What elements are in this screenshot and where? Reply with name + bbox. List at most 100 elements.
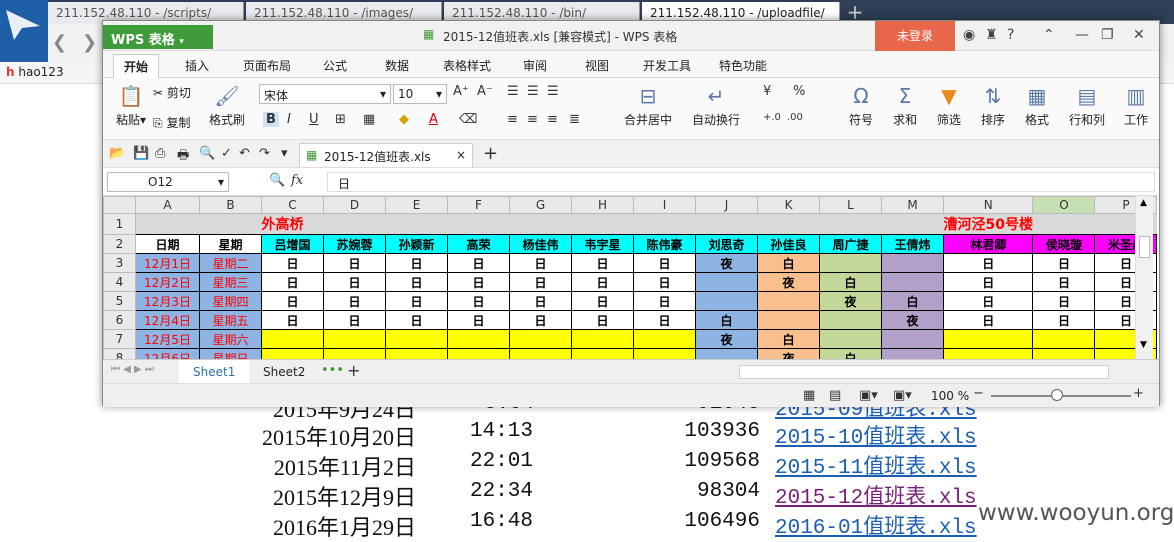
cell[interactable]: 日	[1032, 272, 1096, 292]
cell[interactable]: 日	[447, 310, 510, 330]
preview-icon[interactable]: 🔍	[199, 146, 215, 161]
normal-view-icon[interactable]: ▦	[803, 388, 815, 403]
cell[interactable]	[199, 213, 262, 235]
column-header[interactable]: I	[633, 196, 696, 214]
align-right-icon[interactable]: ≡	[547, 112, 558, 127]
cell[interactable]: 白	[757, 253, 820, 273]
cell[interactable]: 星期四	[199, 291, 262, 311]
scroll-down-icon[interactable]: ▼	[1140, 340, 1147, 350]
tab-features[interactable]: 特色功能	[719, 57, 767, 74]
cell[interactable]: 日	[633, 253, 696, 273]
cell[interactable]: 林君卿	[942, 234, 1034, 254]
cell[interactable]: 星期六	[199, 329, 262, 349]
app-menu-button[interactable]: WPS 表格 ▾	[103, 25, 213, 49]
format-button[interactable]: ▦ 格式	[1019, 84, 1055, 128]
column-header[interactable]: E	[385, 196, 448, 214]
cell[interactable]: 白	[819, 272, 882, 292]
cell[interactable]: 星期	[199, 234, 262, 254]
cell[interactable]: 侯晓璇	[1032, 234, 1096, 254]
function-icon[interactable]: fx	[291, 173, 303, 188]
cell[interactable]: 12月3日	[135, 291, 200, 311]
cut-button[interactable]: ✂ 剪切	[153, 84, 191, 101]
worksheet-button[interactable]: ▥ 工作	[1119, 84, 1153, 128]
sheet-nav-icon[interactable]: ⏮ ◀ ▶ ⏭	[111, 364, 154, 375]
cell[interactable]: 日	[385, 291, 448, 311]
cell[interactable]: 周广捷	[819, 234, 882, 254]
cell[interactable]	[819, 329, 882, 349]
cell[interactable]	[757, 291, 820, 311]
tab-review[interactable]: 审阅	[523, 57, 547, 74]
cell[interactable]: 白	[757, 329, 820, 349]
tab-page-layout[interactable]: 页面布局	[243, 57, 291, 74]
italic-icon[interactable]: I	[287, 112, 291, 127]
cell[interactable]: 苏婉蓉	[323, 234, 386, 254]
column-header[interactable]: A	[135, 196, 200, 214]
row-header[interactable]: 2	[103, 234, 136, 254]
shirt-icon[interactable]: ♜	[985, 27, 998, 43]
row-header[interactable]: 5	[103, 291, 136, 311]
cell[interactable]	[819, 253, 882, 273]
cell[interactable]	[571, 213, 634, 235]
cell[interactable]	[881, 253, 944, 273]
grow-font-icon[interactable]: A⁺	[453, 84, 469, 99]
cell[interactable]: 杨佳伟	[509, 234, 572, 254]
cell[interactable]: 漕河泾50号楼	[943, 213, 1033, 235]
cell[interactable]: 日	[633, 291, 696, 311]
cell[interactable]: 12月1日	[135, 253, 200, 273]
new-document-icon[interactable]: +	[483, 143, 498, 164]
cell[interactable]: 夜	[819, 291, 882, 311]
cell[interactable]: 星期五	[199, 310, 262, 330]
row-header[interactable]: 1	[103, 213, 136, 235]
cell[interactable]	[509, 213, 572, 235]
cell[interactable]: 日	[942, 272, 1034, 292]
cell[interactable]: 12月2日	[135, 272, 200, 292]
clear-format-icon[interactable]: ⌫	[459, 112, 477, 127]
spreadsheet-grid[interactable]: A B C D E F G H I J K L M N O P 1 外高桥 漕河泾50号楼 2 日期 星期 吕增国 苏婉蓉 孙颖…	[103, 196, 1159, 382]
formula-input[interactable]: 日	[327, 172, 1155, 192]
cell[interactable]: 日	[942, 310, 1034, 330]
cell[interactable]: 夜	[695, 253, 758, 273]
cell[interactable]: 星期三	[199, 272, 262, 292]
spellcheck-icon[interactable]: ✓	[221, 146, 232, 161]
page-break-icon[interactable]: ▣▾	[859, 388, 878, 403]
sheet-tab-1[interactable]: Sheet1	[179, 360, 250, 384]
align-middle-icon[interactable]: ☰	[527, 84, 539, 99]
page-view-icon[interactable]: ▤	[829, 388, 841, 403]
file-link[interactable]: 2015-10值班表.xls	[775, 420, 977, 450]
align-top-icon[interactable]: ☰	[507, 84, 519, 99]
tab-insert[interactable]: 插入	[185, 57, 209, 74]
bookmark-hao123[interactable]: h hao123	[6, 65, 64, 79]
minimize-icon[interactable]: —	[1075, 27, 1089, 43]
cell[interactable]	[819, 310, 882, 330]
cell[interactable]: 日	[323, 272, 386, 292]
column-header[interactable]: J	[695, 196, 758, 214]
select-all-corner[interactable]	[103, 196, 136, 214]
cell[interactable]	[571, 329, 634, 349]
cell[interactable]	[757, 213, 820, 235]
cell[interactable]	[819, 213, 882, 235]
underline-icon[interactable]: U	[309, 112, 319, 127]
cell[interactable]: 12月4日	[135, 310, 200, 330]
cell[interactable]: 日	[447, 291, 510, 311]
reading-mode-icon[interactable]: ▣▾	[893, 388, 912, 403]
cell[interactable]: 日	[261, 291, 324, 311]
font-select[interactable]: 宋体 ▾	[259, 84, 391, 104]
cell[interactable]: 孙佳良	[757, 234, 820, 254]
collapse-ribbon-icon[interactable]: ⌃	[1043, 27, 1055, 43]
cell[interactable]	[323, 213, 386, 235]
cell[interactable]	[323, 329, 386, 349]
cell[interactable]: 日	[571, 253, 634, 273]
font-size-select[interactable]: 10 ▾	[393, 84, 447, 104]
cell[interactable]	[695, 291, 758, 311]
cell[interactable]: 白	[695, 310, 758, 330]
decrease-decimal-icon[interactable]: .00	[787, 112, 803, 123]
cell[interactable]: 日	[942, 291, 1034, 311]
cell[interactable]: 日	[385, 272, 448, 292]
cell[interactable]: 日	[509, 291, 572, 311]
close-icon[interactable]: ✕	[1133, 27, 1145, 43]
sort-button[interactable]: ⇅ 排序	[975, 84, 1011, 128]
cell[interactable]: 日期	[135, 234, 200, 254]
cell[interactable]: 日	[509, 310, 572, 330]
cell[interactable]	[942, 329, 1034, 349]
print-icon[interactable]: 🖶	[177, 146, 189, 168]
